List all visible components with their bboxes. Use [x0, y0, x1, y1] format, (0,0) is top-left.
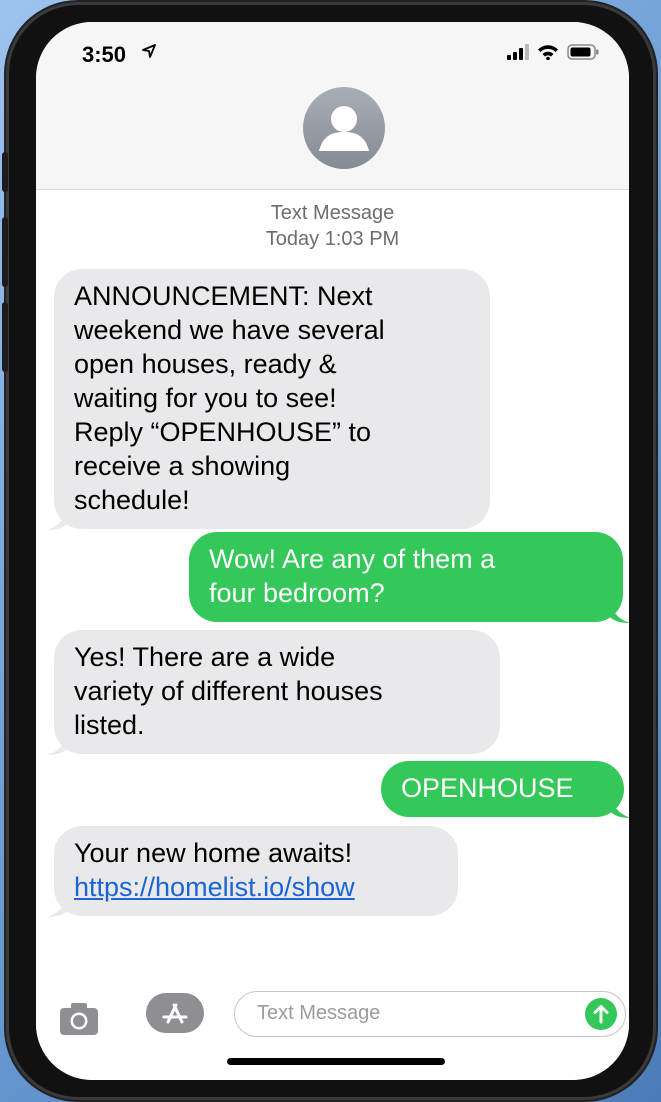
message-link[interactable]: https://homelist.io/show	[74, 870, 438, 904]
message-line: schedule!	[74, 485, 190, 515]
bubble-tail	[47, 895, 67, 917]
message-line: weekend we have several	[74, 315, 385, 345]
battery-icon	[567, 44, 599, 60]
message-line: ANNOUNCEMENT: Next	[74, 281, 373, 311]
status-time: 3:50	[82, 42, 127, 67]
messages-screen: 3:50 Text Message Today 1:03 PM ANNOUNCE…	[36, 22, 629, 1080]
message-line: variety of different houses	[74, 676, 383, 706]
message-line: four bedroom?	[209, 578, 385, 608]
app-store-icon[interactable]	[146, 993, 204, 1033]
status-indicators	[507, 44, 599, 60]
conversation-header: 3:50	[36, 22, 629, 190]
volume-up-button	[2, 217, 8, 287]
message-bubble-incoming[interactable]: Your new home awaits! https://homelist.i…	[47, 826, 458, 917]
thread-timestamp: Today 1:03 PM	[265, 228, 400, 250]
message-line: OPENHOUSE	[401, 773, 574, 803]
message-line: Yes! There are a wide	[74, 642, 336, 672]
volume-down-button	[2, 302, 8, 372]
message-line: listed.	[74, 710, 145, 740]
bubble-tail	[611, 796, 629, 818]
message-bubble-incoming[interactable]: ANNOUNCEMENT: Next weekend we have sever…	[47, 269, 490, 530]
message-line: waiting for you to see!	[74, 383, 337, 413]
message-bubble-outgoing[interactable]: OPENHOUSE	[381, 761, 629, 818]
cellular-signal-icon	[507, 44, 529, 60]
message-bubble-outgoing[interactable]: Wow! Are any of them a four bedroom?	[189, 532, 629, 623]
mute-switch	[2, 152, 8, 192]
contact-avatar-icon[interactable]	[303, 87, 385, 169]
message-line: Reply “OPENHOUSE” to	[74, 417, 372, 447]
service-label: Text Message	[270, 202, 395, 224]
wifi-icon	[538, 45, 558, 60]
thread-meta: Text Message Today 1:03 PM	[36, 200, 629, 252]
message-input[interactable]: Text Message	[234, 991, 626, 1037]
message-line: Your new home awaits!	[74, 838, 353, 868]
bubble-tail	[610, 601, 629, 623]
location-arrow-icon	[142, 44, 156, 58]
bubble-tail	[47, 733, 67, 755]
send-arrow-icon[interactable]	[585, 998, 617, 1030]
camera-icon[interactable]	[58, 998, 100, 1040]
home-indicator[interactable]	[227, 1058, 445, 1065]
phone-frame: 3:50 Text Message Today 1:03 PM ANNOUNCE…	[2, 2, 656, 1100]
message-line: receive a showing	[74, 451, 291, 481]
message-bubble-incoming[interactable]: Yes! There are a wide variety of differe…	[47, 630, 500, 755]
message-line: Wow! Are any of them a	[209, 544, 496, 574]
bubble-tail	[47, 508, 67, 530]
message-line: open houses, ready &	[74, 349, 337, 379]
message-input-placeholder: Text Message	[257, 1002, 381, 1024]
